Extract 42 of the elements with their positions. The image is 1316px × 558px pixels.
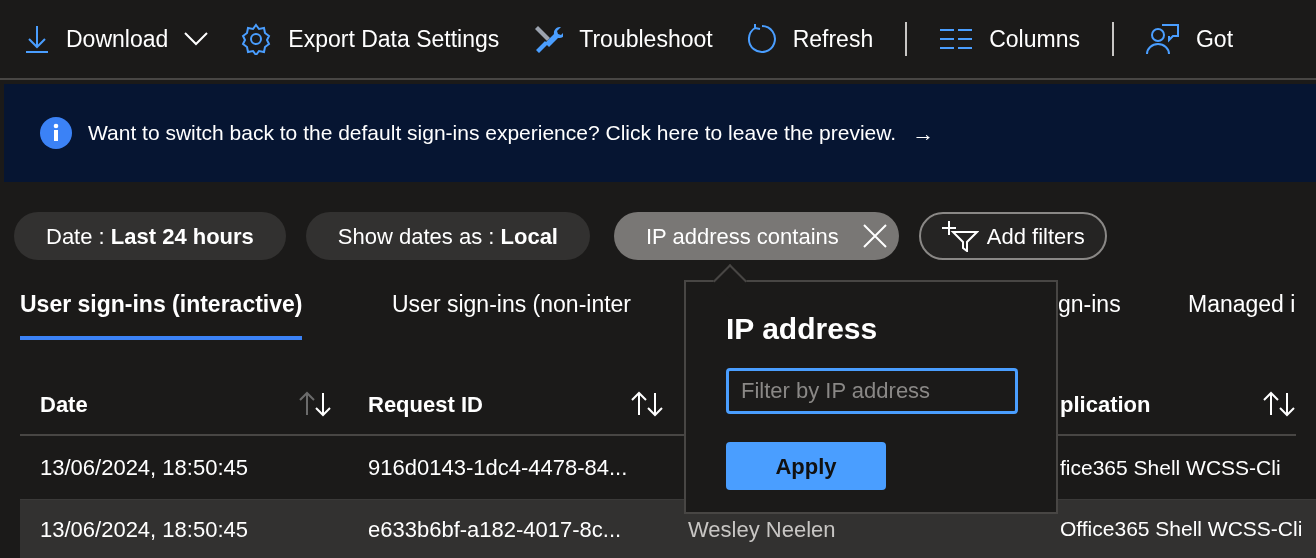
active-filter-pill[interactable]: IP address contains	[614, 212, 899, 260]
tab[interactable]: User sign-ins (non-inter	[392, 284, 632, 340]
gear-icon	[240, 23, 273, 55]
toolbar-button[interactable]: Refresh	[744, 14, 874, 64]
columns-icon	[939, 28, 974, 50]
table-cell: Wesley Neelen	[688, 516, 836, 542]
table-cell: 13/06/2024, 18:50:45	[40, 455, 248, 480]
filter-label: IP address contains	[646, 222, 839, 251]
table-cell: Office365 Shell WCSS-Cli	[1060, 517, 1303, 541]
filter-pill[interactable]: Date : Last 24 hours	[14, 212, 286, 260]
tab[interactable]: Managed i	[1188, 284, 1296, 340]
add-filter-icon	[940, 220, 979, 252]
toolbar-button[interactable]: Got	[1145, 14, 1234, 64]
table-cell: fice365 Shell WCSS-Cli	[1060, 455, 1281, 479]
download-icon	[24, 24, 50, 54]
popup-title: IP address	[726, 314, 879, 344]
table-cell: 13/06/2024, 18:50:45	[40, 516, 248, 542]
close-icon[interactable]	[862, 224, 887, 248]
column-header[interactable]: plication	[1060, 387, 1151, 421]
toolbar-button[interactable]: Columns	[939, 14, 1080, 64]
apply-button[interactable]: Apply	[726, 442, 886, 490]
person-feedback-icon	[1145, 23, 1180, 55]
sort-icon[interactable]	[630, 391, 664, 417]
toolbar-button[interactable]: Troubleshoot	[531, 14, 713, 64]
tab[interactable]: gn-ins	[1058, 284, 1121, 340]
column-header[interactable]: Date	[40, 387, 88, 421]
toolbar-button[interactable]: Download	[24, 14, 209, 64]
column-header[interactable]: Request ID	[368, 387, 483, 421]
table-row[interactable]: 13/06/2024, 18:50:45 e633b6bf-a182-4017-8c... Wesley Neelen Office365 Shell WCSS-Cli	[20, 500, 1316, 558]
chevron-down-icon	[184, 32, 209, 46]
toolbar-button[interactable]: Export Data Settings	[240, 14, 500, 64]
add-filters-button[interactable]: Add filters	[918, 212, 1107, 260]
table-cell: e633b6bf-a182-4017-8c...	[368, 516, 622, 542]
tab[interactable]: User sign-ins (interactive)	[20, 284, 303, 340]
filter-pill[interactable]: Show dates as : Local	[305, 212, 590, 260]
sort-icon[interactable]	[298, 391, 332, 417]
sort-icon[interactable]	[1262, 391, 1296, 417]
info-icon	[40, 117, 72, 149]
banner-arrow[interactable]: →	[912, 116, 935, 150]
banner-message[interactable]: Want to switch back to the default sign-ins experience? Click here to leave the preview.	[88, 117, 897, 149]
ip-filter-input[interactable]: Filter by IP address	[726, 368, 1018, 414]
table-cell: 916d0143-1dc4-4478-84...	[368, 455, 628, 480]
